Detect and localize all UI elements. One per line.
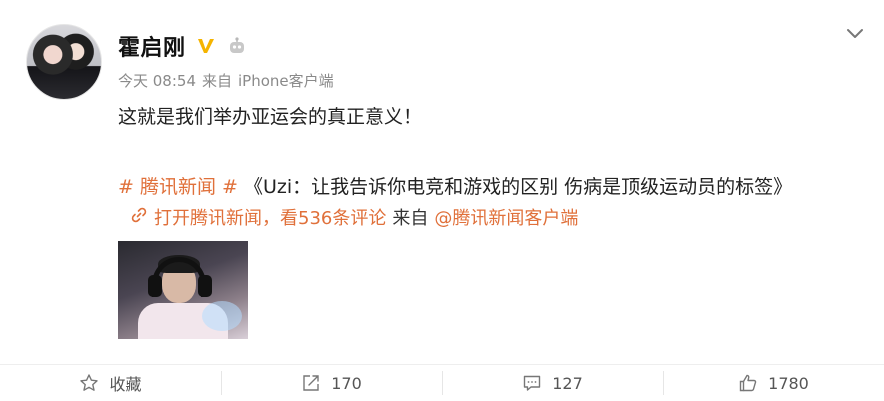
article-link-row: 打开腾讯新闻，看536条评论 来自 @腾讯新闻客户端 xyxy=(130,204,578,230)
chevron-down-icon[interactable] xyxy=(844,22,866,44)
author-row: 霍启刚 xyxy=(118,30,248,62)
robot-icon xyxy=(226,35,248,57)
post-text: 这就是我们举办亚运会的真正意义！ xyxy=(118,106,423,128)
link-source[interactable]: @腾讯新闻客户端 xyxy=(434,204,578,230)
video-thumbnail[interactable] xyxy=(118,241,248,339)
post-meta: 今天 08:54 来自 iPhone客户端 xyxy=(118,70,334,91)
verified-v-icon xyxy=(194,34,218,58)
comment-icon xyxy=(522,373,542,393)
source-prefix: 来自 xyxy=(202,72,233,90)
favorite-button[interactable]: 收藏 xyxy=(0,365,221,401)
post-source: iPhone客户端 xyxy=(238,72,334,90)
post-headline-line: # 腾讯新闻 # 《Uzi：让我告诉你电竞和游戏的区别 伤病是顶级运动员的标签》 xyxy=(118,172,792,199)
action-bar: 收藏 170 127 1780 xyxy=(0,364,884,401)
like-button[interactable]: 1780 xyxy=(663,365,884,401)
star-icon xyxy=(79,373,99,393)
comment-count: 127 xyxy=(552,373,583,393)
thumbs-up-icon xyxy=(738,373,758,393)
headline-text: 《Uzi：让我告诉你电竞和游戏的区别 伤病是顶级运动员的标签》 xyxy=(243,176,793,198)
like-count: 1780 xyxy=(768,373,809,393)
repost-button[interactable]: 170 xyxy=(221,365,442,401)
post-time[interactable]: 今天 08:54 xyxy=(118,70,196,91)
favorite-label: 收藏 xyxy=(109,375,142,394)
author-name[interactable]: 霍启刚 xyxy=(118,30,186,62)
open-article-link[interactable]: 打开腾讯新闻，看536条评论 xyxy=(154,204,386,230)
avatar[interactable] xyxy=(26,24,102,100)
link-from-label: 来自 xyxy=(392,208,429,229)
weibo-post: 霍启刚 今天 08:54 来自 iPhone客户端 这就是我们举办亚运会的真正意… xyxy=(0,0,884,362)
share-icon xyxy=(301,373,321,393)
link-icon xyxy=(130,206,148,229)
repost-count: 170 xyxy=(331,373,362,393)
comment-button[interactable]: 127 xyxy=(442,365,663,401)
topic-tag[interactable]: # 腾讯新闻 # xyxy=(118,176,238,198)
